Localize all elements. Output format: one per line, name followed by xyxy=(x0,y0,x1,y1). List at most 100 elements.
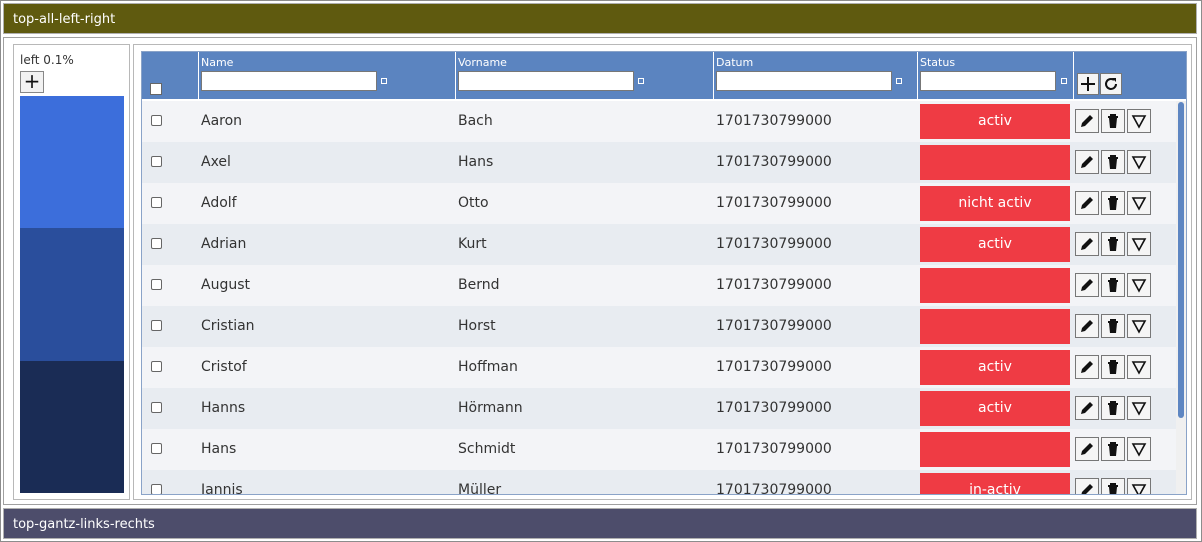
status-filter-toggle[interactable] xyxy=(1061,78,1067,84)
row-checkbox[interactable] xyxy=(151,484,162,494)
column-title-name: Name xyxy=(201,56,234,69)
status-badge: nicht activ xyxy=(920,186,1070,221)
edit-button[interactable] xyxy=(1075,273,1099,297)
cell-datum: 1701730799000 xyxy=(716,277,832,293)
edit-button[interactable] xyxy=(1075,478,1099,494)
cell-name: Axel xyxy=(201,154,231,170)
edit-button[interactable] xyxy=(1075,355,1099,379)
filter-row-button[interactable] xyxy=(1127,478,1151,494)
row-checkbox[interactable] xyxy=(151,443,162,454)
table-row: Adrian Kurt 1701730799000 activ xyxy=(142,224,1176,265)
row-checkbox[interactable] xyxy=(151,115,162,126)
delete-button[interactable] xyxy=(1101,355,1125,379)
filter-triangle-icon xyxy=(1131,238,1147,252)
column-title-vorname: Vorname xyxy=(458,56,507,69)
refresh-button[interactable] xyxy=(1100,73,1122,95)
filter-row-button[interactable] xyxy=(1127,191,1151,215)
cell-name: Adolf xyxy=(201,195,237,211)
cell-vorname: Müller xyxy=(458,482,502,494)
row-checkbox[interactable] xyxy=(151,238,162,249)
delete-button[interactable] xyxy=(1101,150,1125,174)
filter-row-button[interactable] xyxy=(1127,437,1151,461)
app-frame: top-all-left-right left 0.1% + Name Vorn… xyxy=(0,0,1202,542)
bottom-bar: top-gantz-links-rechts xyxy=(3,508,1197,539)
filter-triangle-icon xyxy=(1131,197,1147,211)
filter-triangle-icon xyxy=(1131,484,1147,494)
delete-button[interactable] xyxy=(1101,478,1125,494)
vorname-filter-toggle[interactable] xyxy=(638,78,644,84)
edit-button[interactable] xyxy=(1075,150,1099,174)
column-title-datum: Datum xyxy=(716,56,754,69)
status-filter-input[interactable] xyxy=(920,71,1056,91)
trash-icon xyxy=(1108,114,1118,128)
edit-button[interactable] xyxy=(1075,109,1099,133)
delete-button[interactable] xyxy=(1101,109,1125,133)
cell-datum: 1701730799000 xyxy=(716,400,832,416)
status-badge: activ xyxy=(920,227,1070,262)
cell-vorname: Hans xyxy=(458,154,494,170)
table-scrollbar[interactable] xyxy=(1176,101,1186,494)
cell-vorname: Schmidt xyxy=(458,441,516,457)
delete-button[interactable] xyxy=(1101,314,1125,338)
filter-row-button[interactable] xyxy=(1127,232,1151,256)
cell-datum: 1701730799000 xyxy=(716,359,832,375)
filter-row-button[interactable] xyxy=(1127,396,1151,420)
filter-row-button[interactable] xyxy=(1127,109,1151,133)
delete-button[interactable] xyxy=(1101,437,1125,461)
cell-vorname: Bach xyxy=(458,113,493,129)
left-panel: left 0.1% + xyxy=(13,44,130,500)
status-badge: activ xyxy=(920,350,1070,385)
filter-triangle-icon xyxy=(1131,156,1147,170)
status-badge: activ xyxy=(920,104,1070,139)
edit-button[interactable] xyxy=(1075,191,1099,215)
edit-button[interactable] xyxy=(1075,396,1099,420)
filter-row-button[interactable] xyxy=(1127,355,1151,379)
color-block xyxy=(20,228,124,361)
row-checkbox[interactable] xyxy=(151,402,162,413)
name-filter-toggle[interactable] xyxy=(381,78,387,84)
filter-row-button[interactable] xyxy=(1127,273,1151,297)
trash-icon xyxy=(1108,319,1118,333)
cell-name: Adrian xyxy=(201,236,247,252)
delete-button[interactable] xyxy=(1101,396,1125,420)
filter-triangle-icon xyxy=(1131,443,1147,457)
delete-button[interactable] xyxy=(1101,191,1125,215)
status-badge xyxy=(920,309,1070,344)
scrollbar-thumb[interactable] xyxy=(1178,102,1184,418)
right-panel: Name Vorname Datum Status Aaron Bach 170… xyxy=(133,44,1192,500)
row-checkbox[interactable] xyxy=(151,279,162,290)
vorname-filter-input[interactable] xyxy=(458,71,634,91)
cell-vorname: Horst xyxy=(458,318,496,334)
cell-datum: 1701730799000 xyxy=(716,441,832,457)
filter-row-button[interactable] xyxy=(1127,150,1151,174)
row-checkbox[interactable] xyxy=(151,320,162,331)
edit-button[interactable] xyxy=(1075,232,1099,256)
cell-name: August xyxy=(201,277,250,293)
cell-vorname: Otto xyxy=(458,195,489,211)
datum-filter-input[interactable] xyxy=(716,71,892,91)
row-checkbox[interactable] xyxy=(151,156,162,167)
status-badge xyxy=(920,268,1070,303)
edit-button[interactable] xyxy=(1075,314,1099,338)
cell-vorname: Hoffman xyxy=(458,359,518,375)
trash-icon xyxy=(1108,237,1118,251)
edit-icon xyxy=(1081,402,1093,414)
left-add-button[interactable]: + xyxy=(20,71,44,93)
name-filter-input[interactable] xyxy=(201,71,377,91)
select-all-checkbox[interactable] xyxy=(150,83,162,95)
filter-triangle-icon xyxy=(1131,402,1147,416)
delete-button[interactable] xyxy=(1101,232,1125,256)
add-row-button[interactable] xyxy=(1077,73,1099,95)
row-checkbox[interactable] xyxy=(151,197,162,208)
edit-button[interactable] xyxy=(1075,437,1099,461)
status-badge: activ xyxy=(920,391,1070,426)
delete-button[interactable] xyxy=(1101,273,1125,297)
datum-filter-toggle[interactable] xyxy=(896,78,902,84)
row-checkbox[interactable] xyxy=(151,361,162,372)
cell-datum: 1701730799000 xyxy=(716,318,832,334)
cell-datum: 1701730799000 xyxy=(716,236,832,252)
filter-row-button[interactable] xyxy=(1127,314,1151,338)
edit-icon xyxy=(1081,279,1093,291)
cell-vorname: Bernd xyxy=(458,277,500,293)
cell-datum: 1701730799000 xyxy=(716,195,832,211)
